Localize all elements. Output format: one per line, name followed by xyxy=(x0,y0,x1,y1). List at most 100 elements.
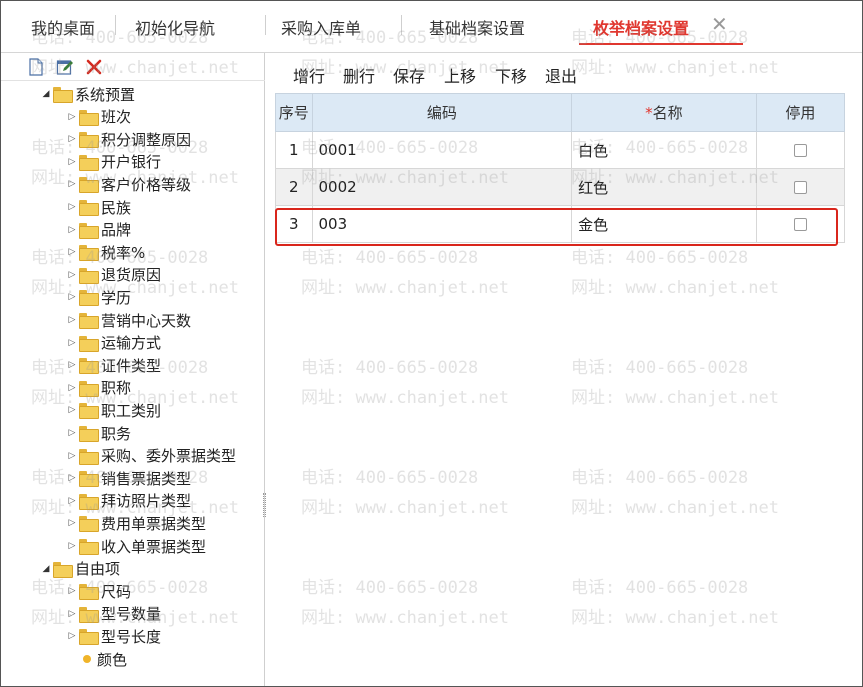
tree-item[interactable]: ▷ 证件类型 xyxy=(67,354,161,376)
name-cell[interactable]: 金色 xyxy=(571,205,757,243)
tree-item[interactable]: ▷ 积分调整原因 xyxy=(67,128,191,150)
tab-init-nav[interactable]: 初始化导航 xyxy=(135,15,215,39)
tab-bar: 我的桌面 初始化导航 采购入库单 基础档案设置 枚举档案设置 ✕ xyxy=(1,1,862,53)
tree-item[interactable]: ▷ 收入单票据类型 xyxy=(67,535,206,557)
tree-item[interactable]: ▷ 学历 xyxy=(67,286,131,308)
tree-item[interactable]: ▷ 职务 xyxy=(67,422,131,444)
tree-group[interactable]: ◢ 自由项 xyxy=(41,558,120,580)
table-row[interactable]: 1 0001 白色 xyxy=(275,131,846,169)
tree-item-label: 职工类别 xyxy=(101,401,162,420)
collapse-arrow-icon[interactable]: ▷ xyxy=(67,473,77,483)
tab-basic-archive[interactable]: 基础档案设置 xyxy=(429,15,525,39)
collapse-arrow-icon[interactable]: ▷ xyxy=(67,134,77,144)
collapse-arrow-icon[interactable]: ▷ xyxy=(67,338,77,348)
column-header-name[interactable]: *名称 xyxy=(571,93,757,132)
column-header-code[interactable]: 编码 xyxy=(311,93,573,132)
tree-item[interactable]: ▷ 开户银行 xyxy=(67,151,161,173)
save-button[interactable]: 保存 xyxy=(393,63,425,87)
row-number: 2 xyxy=(275,168,313,206)
collapse-arrow-icon[interactable]: ▷ xyxy=(67,179,77,189)
folder-icon xyxy=(79,109,99,126)
tree-item-label: 学历 xyxy=(101,288,132,307)
folder-icon xyxy=(79,380,99,397)
close-icon[interactable]: ✕ xyxy=(711,12,728,36)
collapse-arrow-icon[interactable]: ▷ xyxy=(67,541,77,551)
code-cell[interactable]: 003 xyxy=(311,205,573,243)
collapse-arrow-icon[interactable]: ▷ xyxy=(67,270,77,280)
folder-icon xyxy=(79,177,99,194)
column-header-disabled: 停用 xyxy=(755,93,846,132)
panel-splitter-handle[interactable] xyxy=(263,493,266,517)
tree-group[interactable]: ◢ 系统预置 xyxy=(41,83,135,105)
tree-item[interactable]: ▷ 运输方式 xyxy=(67,332,161,354)
tree-item[interactable]: ▷ 费用单票据类型 xyxy=(67,512,206,534)
table-row[interactable]: 3 003 金色 xyxy=(275,205,846,243)
disabled-checkbox[interactable] xyxy=(793,218,807,231)
collapse-arrow-icon[interactable]: ▷ xyxy=(67,383,77,393)
tree-item[interactable]: ▷ 尺码 xyxy=(67,580,131,602)
delete-row-button[interactable]: 删行 xyxy=(343,63,375,87)
tree-item[interactable]: ▷ 班次 xyxy=(67,106,131,128)
table-row[interactable]: 2 0002 红色 xyxy=(275,168,846,206)
tree-item-label: 销售票据类型 xyxy=(101,469,192,488)
move-down-button[interactable]: 下移 xyxy=(495,63,527,87)
collapse-arrow-icon[interactable]: ▷ xyxy=(67,609,77,619)
exit-button[interactable]: 退出 xyxy=(545,63,577,87)
tree-item-label: 品牌 xyxy=(101,221,132,240)
collapse-arrow-icon[interactable]: ▷ xyxy=(67,496,77,506)
name-cell[interactable]: 白色 xyxy=(571,131,757,169)
edit-icon[interactable] xyxy=(56,58,74,76)
tree-item[interactable]: ▷ 客户价格等级 xyxy=(67,173,191,195)
disabled-checkbox[interactable] xyxy=(793,181,807,194)
tab-enum-archive[interactable]: 枚举档案设置 xyxy=(593,15,689,39)
collapse-arrow-icon[interactable]: ▷ xyxy=(67,157,77,167)
tab-desktop[interactable]: 我的桌面 xyxy=(31,15,95,39)
collapse-arrow-icon[interactable]: ▷ xyxy=(67,292,77,302)
folder-icon xyxy=(79,448,99,465)
tree-item-label: 班次 xyxy=(101,108,132,127)
expand-arrow-icon[interactable]: ◢ xyxy=(41,564,51,574)
code-cell[interactable]: 0002 xyxy=(311,168,573,206)
collapse-arrow-icon[interactable]: ▷ xyxy=(67,451,77,461)
collapse-arrow-icon[interactable]: ▷ xyxy=(67,360,77,370)
tree-item[interactable]: ▷ 职称 xyxy=(67,377,131,399)
tree-item[interactable]: ▷ 民族 xyxy=(67,196,131,218)
add-row-button[interactable]: 增行 xyxy=(293,63,325,87)
tree-item-label: 开户银行 xyxy=(101,153,162,172)
tree-item[interactable]: ▷ 型号长度 xyxy=(67,625,161,647)
tree-item[interactable]: ▷ 销售票据类型 xyxy=(67,467,191,489)
folder-icon xyxy=(79,471,99,488)
tree-item-label: 营销中心天数 xyxy=(101,311,192,330)
tab-purchase-receipt[interactable]: 采购入库单 xyxy=(281,15,361,39)
tree-item[interactable]: ▷ 退货原因 xyxy=(67,264,161,286)
delete-icon[interactable] xyxy=(85,58,103,76)
tree-leaf-selected[interactable]: 颜色 xyxy=(79,648,127,670)
tree-item[interactable]: ▷ 职工类别 xyxy=(67,399,161,421)
tree-item[interactable]: ▷ 型号数量 xyxy=(67,603,161,625)
tree-item[interactable]: ▷ 营销中心天数 xyxy=(67,309,191,331)
column-header-name-label: 名称 xyxy=(652,104,683,122)
collapse-arrow-icon[interactable]: ▷ xyxy=(67,315,77,325)
tree-item-label: 客户价格等级 xyxy=(101,175,192,194)
collapse-arrow-icon[interactable]: ▷ xyxy=(67,405,77,415)
collapse-arrow-icon[interactable]: ▷ xyxy=(67,112,77,122)
collapse-arrow-icon[interactable]: ▷ xyxy=(67,518,77,528)
collapse-arrow-icon[interactable]: ▷ xyxy=(67,586,77,596)
tree-item[interactable]: ▷ 采购、委外票据类型 xyxy=(67,445,236,467)
tree-item-label: 职称 xyxy=(101,379,132,398)
collapse-arrow-icon[interactable]: ▷ xyxy=(67,225,77,235)
disabled-checkbox[interactable] xyxy=(793,144,807,157)
code-cell[interactable]: 0001 xyxy=(311,131,573,169)
new-icon[interactable] xyxy=(27,58,45,76)
tree-item[interactable]: ▷ 税率% xyxy=(67,241,146,263)
name-cell[interactable]: 红色 xyxy=(571,168,757,206)
tree-item[interactable]: ▷ 品牌 xyxy=(67,219,131,241)
expand-arrow-icon[interactable]: ◢ xyxy=(41,89,51,99)
collapse-arrow-icon[interactable]: ▷ xyxy=(67,428,77,438)
tree-item-label: 职务 xyxy=(101,424,132,443)
tree-item[interactable]: ▷ 拜访照片类型 xyxy=(67,490,191,512)
collapse-arrow-icon[interactable]: ▷ xyxy=(67,631,77,641)
collapse-arrow-icon[interactable]: ▷ xyxy=(67,247,77,257)
collapse-arrow-icon[interactable]: ▷ xyxy=(67,202,77,212)
move-up-button[interactable]: 上移 xyxy=(444,63,476,87)
